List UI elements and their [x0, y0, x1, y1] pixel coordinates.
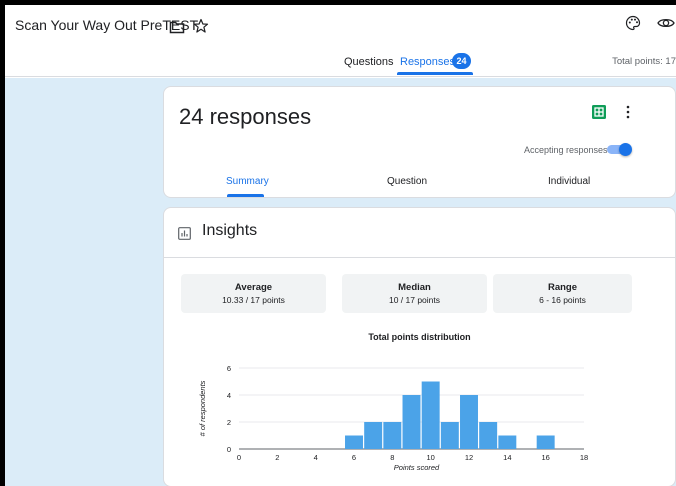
y-tick-label: 4 [227, 391, 231, 400]
bar [498, 435, 517, 449]
x-tick-label: 12 [465, 453, 473, 462]
y-tick-label: 2 [227, 418, 231, 427]
stat-label: Median [398, 282, 431, 293]
x-tick-label: 18 [580, 453, 588, 462]
stat-average: Average 10.33 / 17 points [181, 274, 326, 313]
stat-label: Range [547, 282, 578, 293]
responses-content: 24 responses Accepting responses Summary… [5, 78, 676, 486]
insights-header: Insights [164, 208, 675, 258]
stat-range: Range 6 - 16 points [493, 274, 632, 313]
stat-median: Median 10 / 17 points [342, 274, 487, 313]
points-distribution-chart: 0 2 4 6 0 2 4 6 8 10 12 14 16 18 Points scored # of res… [198, 364, 588, 472]
subtab-individual[interactable]: Individual [548, 176, 590, 187]
x-tick-label: 6 [352, 453, 356, 462]
x-tick-label: 0 [237, 453, 241, 462]
x-tick-label: 8 [390, 453, 394, 462]
bar [421, 381, 440, 449]
bar [383, 422, 402, 449]
bar [364, 422, 383, 449]
y-tick-label: 6 [227, 364, 231, 373]
insights-chart-icon [178, 227, 191, 240]
bar [479, 422, 498, 449]
folder-icon[interactable] [169, 19, 185, 35]
x-tick-label: 16 [541, 453, 549, 462]
y-axis-label: # of respondents [198, 380, 207, 436]
toggle-knob [619, 143, 632, 156]
responses-count-title: 24 responses [179, 104, 312, 129]
stat-value: 6 - 16 points [539, 295, 586, 305]
active-tab-indicator [397, 72, 473, 75]
bar [402, 395, 421, 449]
x-tick-label: 14 [503, 453, 511, 462]
x-tick-label: 10 [426, 453, 434, 462]
total-points-label: Total points: 17 [612, 56, 676, 67]
subtab-summary[interactable]: Summary [226, 176, 269, 187]
sheets-icon[interactable] [592, 105, 606, 119]
tab-responses[interactable]: Responses [400, 56, 455, 68]
stat-label: Average [234, 282, 273, 293]
preview-eye-icon[interactable] [657, 15, 675, 31]
x-axis-label: Points scored [394, 463, 440, 472]
more-options-icon[interactable] [624, 105, 632, 119]
top-bar: Scan Your Way Out PreTEST Questions Resp… [5, 5, 676, 77]
responses-count-badge: 24 [452, 53, 471, 69]
x-tick-label: 4 [314, 453, 318, 462]
accepting-responses-toggle[interactable] [607, 143, 633, 156]
palette-icon[interactable] [625, 15, 641, 31]
stat-value: 10.33 / 17 points [222, 295, 285, 305]
bar [345, 435, 363, 449]
forms-window: Scan Your Way Out PreTEST Questions Resp… [5, 5, 676, 486]
bar [440, 422, 459, 449]
chart-title: Total points distribution [368, 332, 471, 342]
star-icon[interactable] [193, 18, 209, 34]
subtab-question[interactable]: Question [387, 176, 427, 187]
x-tick-label: 2 [275, 453, 279, 462]
active-subtab-indicator [227, 194, 264, 197]
stat-value: 10 / 17 points [388, 295, 441, 305]
bar [460, 395, 478, 449]
insights-title: Insights [202, 222, 258, 239]
tab-questions[interactable]: Questions [344, 56, 394, 68]
responses-summary-card: 24 responses Accepting responses Summary… [163, 86, 676, 198]
accepting-responses-label: Accepting responses [524, 145, 608, 155]
bar [536, 435, 555, 449]
insights-card: Insights Average 10.33 / 17 points Media… [163, 207, 676, 486]
y-tick-label: 0 [227, 445, 231, 454]
